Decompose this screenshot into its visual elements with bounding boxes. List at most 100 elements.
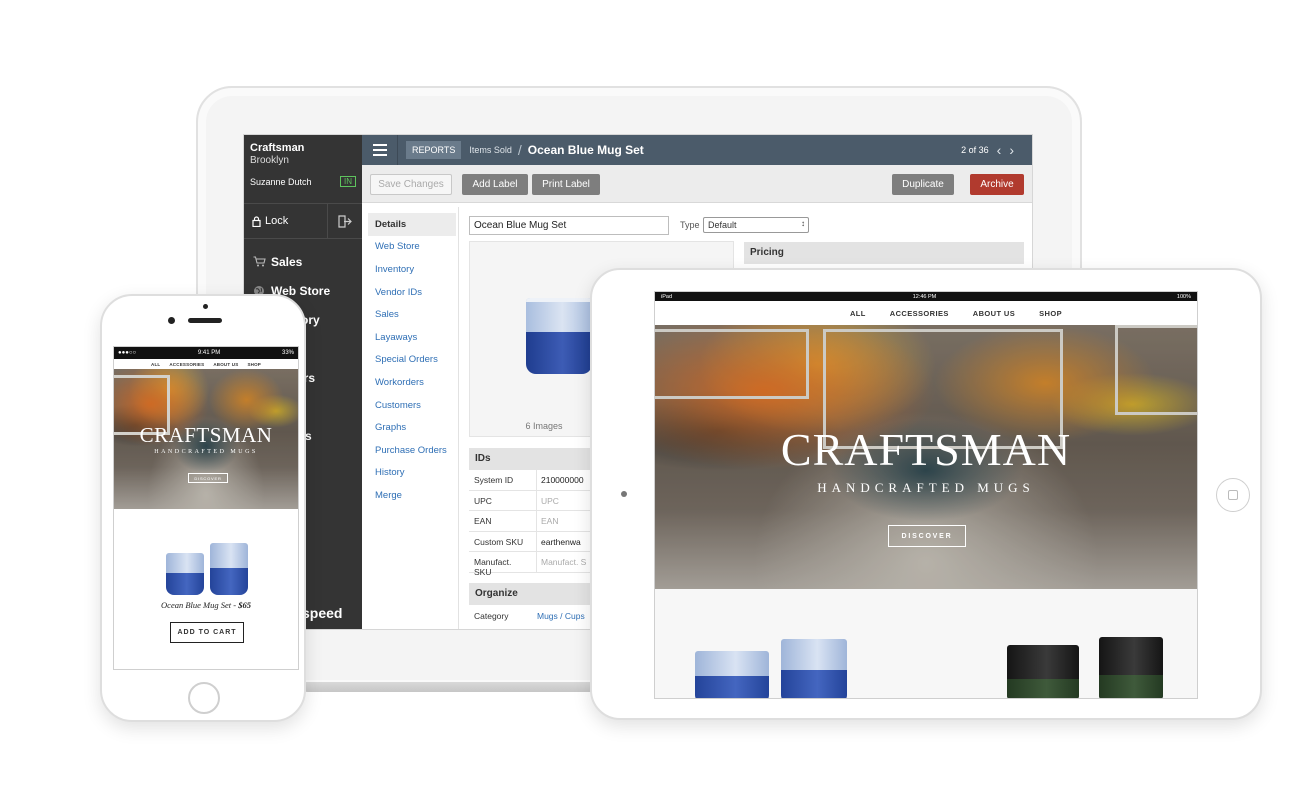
category-row: Category Mugs / Cups [469, 605, 597, 627]
phone-screen: ●●●○○ 9:41 PM 33% ALL ACCESSORIES ABOUT … [113, 346, 299, 670]
item-name-input[interactable] [469, 216, 669, 235]
store-location: Brooklyn [250, 155, 289, 166]
product-mug-image [526, 298, 592, 374]
organize-header: Organize [469, 583, 597, 605]
phone-speaker [188, 318, 222, 323]
ids-header: IDs [469, 448, 597, 470]
page-title: Ocean Blue Mug Set [527, 143, 644, 157]
tablet-status-bar: iPad 12:46 PM 100% [655, 292, 1197, 301]
subnav-layaways[interactable]: Layaways [368, 326, 456, 349]
product-name: Ocean Blue Mug Set - [161, 600, 237, 610]
reports-button[interactable]: REPORTS [406, 141, 462, 159]
home-button[interactable] [1216, 478, 1250, 512]
product-strip [655, 589, 1197, 698]
nav-all[interactable]: ALL [850, 309, 866, 318]
brand-logo: speed [302, 605, 343, 621]
lock-icon [252, 215, 261, 227]
id-label: System ID [469, 470, 537, 490]
discover-button[interactable]: DISCOVER [188, 473, 228, 483]
lock-button[interactable]: Lock [244, 204, 328, 238]
organize-panel: Organize Category Mugs / Cups [469, 583, 597, 627]
pricing-section-header: Pricing [744, 242, 1024, 264]
user-name[interactable]: Suzanne Dutch [250, 177, 312, 187]
nav-accessories[interactable]: ACCESSORIES [890, 309, 949, 318]
tablet-hero-image: CRAFTSMAN HANDCRAFTED MUGS DISCOVER [655, 325, 1197, 589]
save-changes-button[interactable]: Save Changes [370, 174, 452, 195]
nav-about-us[interactable]: ABOUT US [973, 309, 1015, 318]
subnav-vendor-ids[interactable]: Vendor IDs [368, 281, 456, 304]
subnav-special-orders[interactable]: Special Orders [368, 349, 456, 372]
phone-frame: ●●●○○ 9:41 PM 33% ALL ACCESSORIES ABOUT … [100, 294, 306, 722]
breadcrumb[interactable]: Items Sold [469, 145, 512, 155]
nav-about-us[interactable]: ABOUT US [213, 362, 238, 367]
upc-input[interactable]: UPC [537, 491, 597, 511]
subnav-sales[interactable]: Sales [368, 303, 456, 326]
menu-button[interactable] [362, 135, 398, 165]
hero-subtitle: HANDCRAFTED MUGS [817, 480, 1035, 495]
pager: 2 of 36 ‹ › [961, 135, 1014, 165]
duplicate-button[interactable]: Duplicate [892, 174, 954, 195]
clock-status-badge[interactable]: IN [340, 176, 356, 187]
product-title: Ocean Blue Mug Set - $65 [114, 600, 298, 610]
product-mug-image [1007, 645, 1079, 698]
tablet-frame: iPad 12:46 PM 100% ALL ACCESSORIES ABOUT… [590, 268, 1262, 720]
nav-accessories[interactable]: ACCESSORIES [169, 362, 204, 367]
type-select[interactable]: Default ↕ [703, 217, 809, 233]
nav-all[interactable]: ALL [151, 362, 160, 367]
id-row: Custom SKU earthenwa [469, 531, 597, 552]
chevron-right-icon[interactable]: › [1009, 142, 1014, 158]
hamburger-icon-line [372, 144, 387, 146]
custom-sku-input[interactable]: earthenwa [537, 532, 597, 552]
breadcrumb-separator: / [517, 142, 522, 158]
category-link[interactable]: Mugs / Cups [537, 611, 585, 621]
pager-count: 2 of 36 [961, 145, 989, 155]
home-button[interactable] [188, 682, 220, 714]
logout-button[interactable] [328, 204, 362, 238]
chevron-left-icon[interactable]: ‹ [997, 142, 1002, 158]
add-label-button[interactable]: Add Label [462, 174, 528, 195]
add-to-cart-button[interactable]: ADD TO CART [170, 622, 244, 643]
id-label: EAN [469, 511, 537, 531]
subnav-web-store[interactable]: Web Store [368, 236, 456, 259]
nav-shop[interactable]: SHOP [1039, 309, 1062, 318]
phone-time: 9:41 PM [197, 350, 221, 356]
id-row: System ID 210000000 [469, 470, 597, 491]
discover-button[interactable]: DISCOVER [888, 525, 966, 547]
manufacturer-sku-input[interactable]: Manufact. S [537, 552, 597, 572]
select-caret-icon: ↕ [801, 219, 805, 228]
id-label: Manufact. SKU [469, 552, 537, 577]
archive-button[interactable]: Archive [970, 174, 1024, 195]
subnav-merge[interactable]: Merge [368, 484, 456, 507]
type-label: Type [680, 220, 700, 230]
subnav-customers[interactable]: Customers [368, 394, 456, 417]
subnav-purchase-orders[interactable]: Purchase Orders [368, 439, 456, 462]
subnav-graphs[interactable]: Graphs [368, 416, 456, 439]
subnav-history[interactable]: History [368, 462, 456, 485]
nav-shop[interactable]: SHOP [247, 362, 261, 367]
subnav-workorders[interactable]: Workorders [368, 371, 456, 394]
subnav-details[interactable]: Details [368, 213, 456, 236]
store-info: Craftsman Brooklyn [244, 135, 362, 166]
logout-icon [338, 214, 352, 228]
ean-input[interactable]: EAN [537, 511, 597, 531]
product-price: $65 [238, 600, 251, 610]
tablet-site-nav: ALL ACCESSORIES ABOUT US SHOP [655, 301, 1197, 325]
id-row: EAN EAN [469, 511, 597, 532]
id-row: UPC UPC [469, 490, 597, 511]
phone-site-nav: ALL ACCESSORIES ABOUT US SHOP [114, 359, 298, 369]
battery-indicator: 33% [281, 350, 294, 356]
sidebar-item-label: s [305, 428, 312, 443]
subnav-inventory[interactable]: Inventory [368, 258, 456, 281]
sidebar-item-sales[interactable]: Sales [244, 247, 362, 276]
hero-brand-title: CRAFTSMAN [780, 424, 1072, 475]
item-subnav: Details Web Store Inventory Vendor IDs S… [368, 213, 456, 507]
top-bar: REPORTS Items Sold / Ocean Blue Mug Set … [362, 135, 1032, 165]
divider [458, 207, 459, 629]
signal-indicator: ●●●○○ [118, 350, 137, 356]
print-label-button[interactable]: Print Label [532, 174, 600, 195]
hamburger-icon-line [372, 154, 387, 156]
type-select-value: Default [708, 220, 737, 230]
device-label: iPad [661, 293, 673, 300]
ids-panel: IDs System ID 210000000 UPC UPC EAN EAN … [469, 448, 597, 577]
hamburger-icon-line [372, 149, 387, 151]
